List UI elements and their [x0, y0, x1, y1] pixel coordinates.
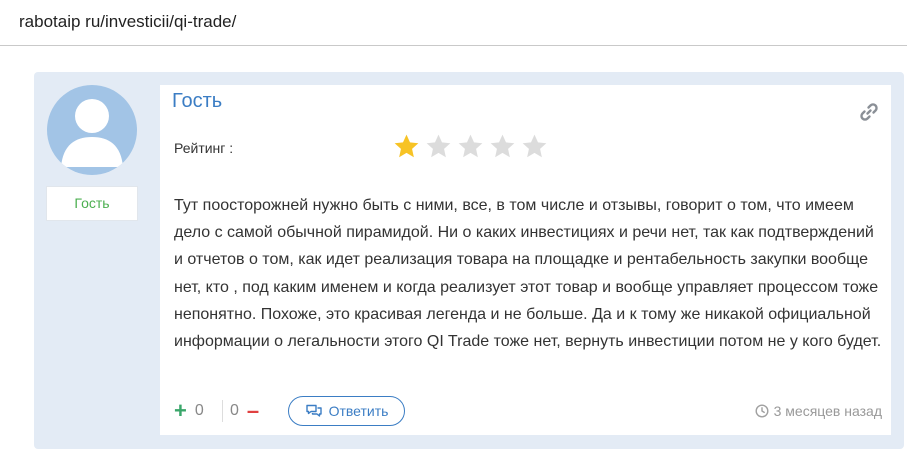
rating-stars	[392, 132, 549, 161]
comment-card: Гость Гость Рейтинг : Тут поосторожней н…	[34, 72, 904, 449]
vote-down: 0 –	[230, 396, 259, 426]
timestamp-text: 3 месяцев назад	[773, 403, 882, 419]
speech-bubbles-icon	[305, 404, 322, 417]
comment-text: Тут поосторожней нужно быть с ними, все,…	[174, 197, 882, 351]
reply-button[interactable]: Ответить	[288, 396, 405, 426]
vote-up-count: 0	[194, 402, 204, 419]
link-icon[interactable]	[859, 102, 879, 122]
vote-divider	[222, 400, 223, 422]
plus-icon[interactable]: +	[174, 400, 187, 422]
minus-icon[interactable]: –	[247, 400, 259, 422]
user-avatar-icon	[47, 85, 137, 175]
vote-up: + 0	[174, 396, 204, 426]
star-icon	[394, 134, 419, 158]
rating-label: Рейтинг :	[174, 140, 234, 156]
star-icon	[490, 134, 515, 158]
comment-content: Гость Рейтинг : Тут поосторожней нужно б…	[160, 85, 891, 435]
user-role-badge: Гость	[46, 186, 138, 221]
comment-timestamp: 3 месяцев назад	[755, 396, 882, 426]
star-icon	[522, 134, 547, 158]
vote-down-count: 0	[230, 402, 239, 419]
star-icon	[426, 134, 451, 158]
comment-footer: + 0 0 – Ответить 3 месяцев назад	[174, 396, 884, 426]
clock-icon	[755, 404, 769, 418]
comment-author: Гость	[172, 90, 223, 112]
star-icon	[458, 134, 483, 158]
url-bar[interactable]: rabotaip ru/investicii/qi-trade/	[0, 0, 907, 46]
reply-label: Ответить	[328, 403, 389, 419]
url-text: rabotaip ru/investicii/qi-trade/	[19, 12, 237, 31]
